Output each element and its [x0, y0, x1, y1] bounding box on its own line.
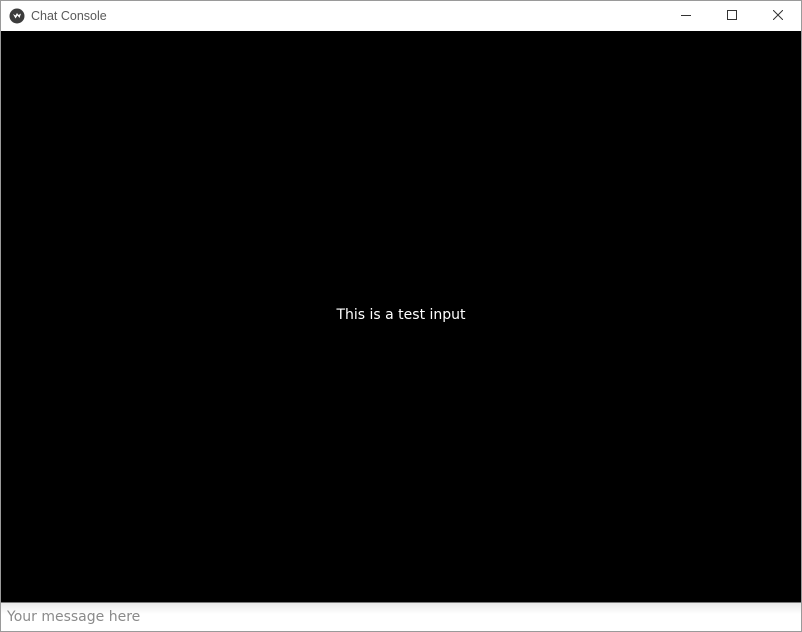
- chat-display: This is a test input: [1, 31, 801, 602]
- message-input[interactable]: [1, 603, 801, 631]
- window-title: Chat Console: [31, 9, 107, 23]
- close-button[interactable]: [755, 1, 801, 31]
- minimize-icon: [681, 7, 691, 25]
- window-controls: [663, 1, 801, 31]
- message-input-bar: [1, 602, 801, 631]
- maximize-button[interactable]: [709, 1, 755, 31]
- maximize-icon: [727, 7, 737, 25]
- chat-message: This is a test input: [336, 307, 466, 323]
- app-window: Chat Console This is a test input: [0, 0, 802, 632]
- app-logo-icon: [9, 8, 25, 24]
- close-icon: [772, 7, 784, 25]
- title-bar[interactable]: Chat Console: [1, 1, 801, 31]
- minimize-button[interactable]: [663, 1, 709, 31]
